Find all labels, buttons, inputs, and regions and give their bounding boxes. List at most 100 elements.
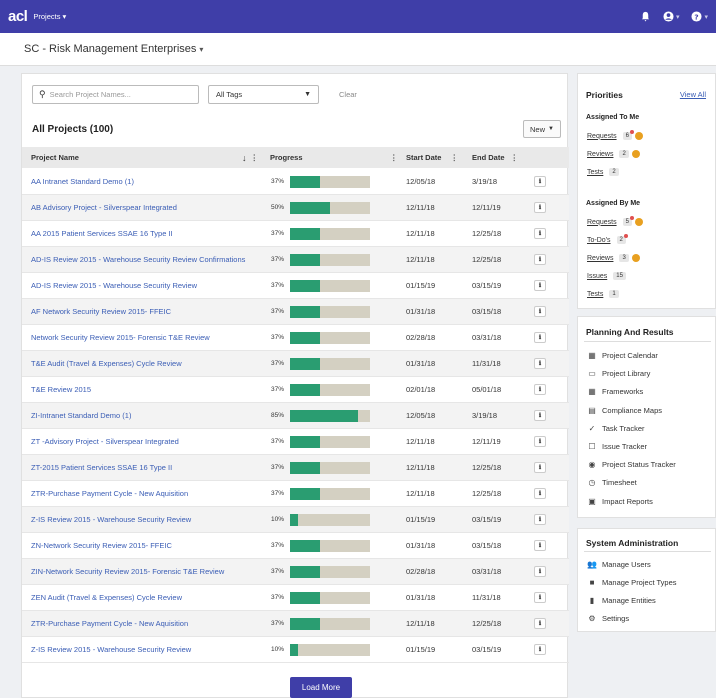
menu-item[interactable]: ▦ Project Calendar bbox=[587, 351, 658, 360]
archive-icon: ▭ bbox=[588, 369, 596, 379]
menu-item[interactable]: ⚙ Settings bbox=[587, 614, 629, 623]
project-name-link[interactable]: AA 2015 Patient Services SSAE 16 Type II bbox=[31, 229, 173, 238]
menu-item-label: Settings bbox=[602, 614, 630, 623]
info-icon[interactable]: ℹ bbox=[534, 202, 546, 213]
app-logo[interactable]: acl bbox=[8, 8, 28, 25]
priority-item[interactable]: Issues 15 bbox=[587, 272, 626, 280]
info-icon[interactable]: ℹ bbox=[534, 462, 546, 473]
priority-link[interactable]: Reviews bbox=[587, 255, 613, 262]
info-icon[interactable]: ℹ bbox=[534, 436, 546, 447]
kebab-icon[interactable]: ⋮ bbox=[511, 153, 519, 162]
info-icon[interactable]: ℹ bbox=[534, 280, 546, 291]
info-icon[interactable]: ℹ bbox=[534, 228, 546, 239]
sort-controls[interactable]: ↓ ⋮ bbox=[242, 147, 258, 168]
project-name-link[interactable]: ZN-Network Security Review 2015- FFEIC bbox=[31, 541, 172, 550]
count-value: 6 bbox=[625, 133, 629, 139]
column-start-date[interactable]: Start Date ⋮ bbox=[406, 147, 458, 168]
info-icon[interactable]: ℹ bbox=[534, 358, 546, 369]
column-progress[interactable]: Progress bbox=[270, 147, 303, 168]
org-selector[interactable]: SC - Risk Management Enterprises ▾ bbox=[0, 33, 716, 66]
info-icon[interactable]: ℹ bbox=[534, 566, 546, 577]
project-name-link[interactable]: T&E Review 2015 bbox=[31, 385, 91, 394]
project-name-link[interactable]: AA Intranet Standard Demo (1) bbox=[31, 177, 134, 186]
priority-item[interactable]: To-Do's 2 bbox=[587, 234, 628, 244]
bell-icon[interactable] bbox=[640, 11, 651, 22]
priority-link[interactable]: Requests bbox=[587, 219, 617, 226]
clear-button[interactable]: Clear bbox=[339, 90, 357, 99]
menu-item[interactable]: ▦ Frameworks bbox=[587, 387, 643, 396]
tags-select[interactable]: All Tags ▼ bbox=[208, 85, 319, 104]
new-button[interactable]: New ▼ bbox=[523, 120, 561, 138]
column-end-date[interactable]: End Date ⋮ bbox=[472, 147, 518, 168]
menu-item[interactable]: ◉ Project Status Tracker bbox=[587, 460, 676, 469]
info-icon[interactable]: ℹ bbox=[534, 384, 546, 395]
info-icon[interactable]: ℹ bbox=[534, 306, 546, 317]
info-icon[interactable]: ℹ bbox=[534, 618, 546, 629]
table-row: ZI-Intranet Standard Demo (1) 85% 12/05/18… bbox=[22, 403, 569, 429]
end-date: 3/19/18 bbox=[472, 411, 498, 420]
user-menu[interactable]: ▾ bbox=[663, 11, 679, 22]
progress-percent: 10% bbox=[271, 516, 285, 523]
project-name-link[interactable]: T&E Audit (Travel & Expenses) Cycle Revi… bbox=[31, 359, 182, 368]
search-input[interactable]: ⚲ Search Project Names... bbox=[32, 85, 199, 104]
kebab-icon[interactable]: ⋮ bbox=[251, 153, 259, 162]
project-name-link[interactable]: AB Advisory Project - Silverspear Integr… bbox=[31, 203, 177, 212]
project-name-link[interactable]: Network Security Review 2015- Forensic T… bbox=[31, 333, 210, 342]
project-name-link[interactable]: ZI-Intranet Standard Demo (1) bbox=[31, 411, 131, 420]
priority-item[interactable]: Tests 1 bbox=[587, 290, 619, 298]
menu-item[interactable]: ▤ Compliance Maps bbox=[587, 406, 662, 415]
project-name-link[interactable]: ZTR-Purchase Payment Cycle - New Aquisit… bbox=[31, 619, 188, 628]
info-icon[interactable]: ℹ bbox=[534, 592, 546, 603]
kebab-icon[interactable]: ⋮ bbox=[450, 153, 458, 162]
priority-link[interactable]: Tests bbox=[587, 291, 603, 298]
info-icon[interactable]: ℹ bbox=[534, 254, 546, 265]
menu-item[interactable]: ▮ Manage Entities bbox=[587, 596, 656, 605]
priority-item[interactable]: Requests 5 bbox=[587, 216, 643, 226]
priority-item[interactable]: Requests 6 bbox=[587, 130, 643, 140]
info-icon[interactable]: ℹ bbox=[534, 332, 546, 343]
project-name-link[interactable]: AD-IS Review 2015 - Warehouse Security R… bbox=[31, 281, 197, 290]
priority-link[interactable]: Issues bbox=[587, 273, 607, 280]
priority-link[interactable]: To-Do's bbox=[587, 237, 611, 244]
project-name-link[interactable]: Z-IS Review 2015 - Warehouse Security Re… bbox=[31, 645, 191, 654]
planning-panel: Planning And Results ▦ Project Calendar ▭ P… bbox=[577, 316, 716, 518]
priority-item[interactable]: Tests 2 bbox=[587, 168, 619, 176]
priority-link[interactable]: Tests bbox=[587, 169, 603, 176]
info-icon[interactable]: ℹ bbox=[534, 410, 546, 421]
load-more-button[interactable]: Load More bbox=[290, 677, 352, 698]
menu-item[interactable]: 👥 Manage Users bbox=[587, 560, 651, 569]
menu-item-label: Manage Entities bbox=[602, 596, 656, 605]
menu-item[interactable]: ■ Manage Project Types bbox=[587, 578, 677, 587]
menu-item[interactable]: ✓ Task Tracker bbox=[587, 424, 645, 433]
info-icon[interactable]: ℹ bbox=[534, 488, 546, 499]
kebab-icon[interactable]: ⋮ bbox=[386, 147, 398, 168]
info-icon[interactable]: ℹ bbox=[534, 176, 546, 187]
priority-link[interactable]: Requests bbox=[587, 133, 617, 140]
menu-item[interactable]: ☐ Issue Tracker bbox=[587, 442, 647, 451]
project-name-link[interactable]: Z-IS Review 2015 - Warehouse Security Re… bbox=[31, 515, 191, 524]
project-name-link[interactable]: ZTR-Purchase Payment Cycle - New Aquisit… bbox=[31, 489, 188, 498]
project-name-link[interactable]: ZEN Audit (Travel & Expenses) Cycle Revi… bbox=[31, 593, 182, 602]
priority-item[interactable]: Reviews 3 bbox=[587, 254, 640, 262]
view-all-link[interactable]: View All bbox=[680, 90, 706, 99]
info-icon[interactable]: ℹ bbox=[534, 644, 546, 655]
menu-item-label: Compliance Maps bbox=[602, 405, 663, 415]
progress-bar bbox=[290, 384, 370, 396]
menu-item[interactable]: ▭ Project Library bbox=[587, 369, 650, 378]
project-name-link[interactable]: AF Network Security Review 2015- FFEIC bbox=[31, 307, 171, 316]
column-project-name[interactable]: Project Name bbox=[31, 147, 79, 168]
help-menu[interactable]: ? ▾ bbox=[691, 11, 708, 22]
clock-icon bbox=[634, 218, 643, 226]
priority-link[interactable]: Reviews bbox=[587, 151, 613, 158]
project-name-link[interactable]: ZT -Advisory Project - Silverspear Integ… bbox=[31, 437, 179, 446]
project-name-link[interactable]: ZIN-Network Security Review 2015- Forens… bbox=[31, 567, 224, 576]
menu-item[interactable]: ▣ Impact Reports bbox=[587, 497, 653, 506]
projects-menu[interactable]: Projects ▾ bbox=[33, 12, 66, 21]
menu-item[interactable]: ◷ Timesheet bbox=[587, 478, 637, 487]
priority-item[interactable]: Reviews 2 bbox=[587, 150, 640, 158]
menu-item-label: Timesheet bbox=[602, 478, 637, 488]
project-name-link[interactable]: ZT-2015 Patient Services SSAE 16 Type II bbox=[31, 463, 172, 472]
info-icon[interactable]: ℹ bbox=[534, 540, 546, 551]
project-name-link[interactable]: AD-IS Review 2015 - Warehouse Security R… bbox=[31, 255, 245, 264]
info-icon[interactable]: ℹ bbox=[534, 514, 546, 525]
